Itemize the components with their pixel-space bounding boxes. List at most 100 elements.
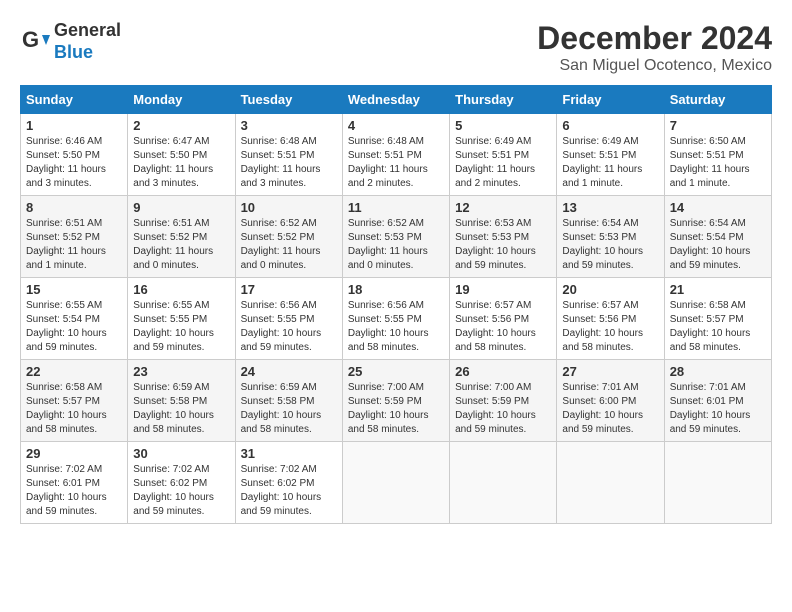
day-number: 15 [26, 282, 122, 297]
day-info: Sunrise: 6:49 AM Sunset: 5:51 PM Dayligh… [562, 135, 658, 191]
day-number: 13 [562, 200, 658, 215]
day-info: Sunrise: 6:48 AM Sunset: 5:51 PM Dayligh… [348, 135, 444, 191]
day-number: 17 [241, 282, 337, 297]
month-title: December 2024 [537, 20, 772, 57]
day-cell: 8Sunrise: 6:51 AM Sunset: 5:52 PM Daylig… [21, 196, 128, 278]
day-cell: 28Sunrise: 7:01 AM Sunset: 6:01 PM Dayli… [664, 360, 771, 442]
day-number: 31 [241, 446, 337, 461]
day-info: Sunrise: 6:50 AM Sunset: 5:51 PM Dayligh… [670, 135, 766, 191]
day-cell: 3 Sunrise: 6:48 AM Sunset: 5:51 PM Daylig… [235, 114, 342, 196]
day-number: 5 [455, 118, 551, 133]
day-cell: 4 Sunrise: 6:48 AM Sunset: 5:51 PM Daylig… [342, 114, 449, 196]
day-cell: 2 Sunrise: 6:47 AM Sunset: 5:50 PM Daylig… [128, 114, 235, 196]
day-cell [342, 442, 449, 524]
day-info: Sunrise: 6:56 AM Sunset: 5:55 PM Dayligh… [241, 299, 337, 355]
day-cell: 13 Sunrise: 6:54 AM Sunset: 5:53 PM Dayli… [557, 196, 664, 278]
day-number: 11 [348, 200, 444, 215]
day-number: 23 [133, 364, 229, 379]
day-info: Sunrise: 6:54 AM Sunset: 5:53 PM Dayligh… [562, 217, 658, 273]
day-info: Sunrise: 6:57 AM Sunset: 5:56 PM Dayligh… [562, 299, 658, 355]
day-info: Sunrise: 6:59 AM Sunset: 5:58 PM Dayligh… [133, 381, 229, 437]
day-info: Sunrise: 6:46 AM Sunset: 5:50 PM Dayligh… [26, 135, 122, 191]
day-cell: 1 Sunrise: 6:46 AM Sunset: 5:50 PM Daylig… [21, 114, 128, 196]
day-info: Sunrise: 6:59 AM Sunset: 5:58 PM Dayligh… [241, 381, 337, 437]
day-cell: 20 Sunrise: 6:57 AM Sunset: 5:56 PM Dayli… [557, 278, 664, 360]
day-cell [557, 442, 664, 524]
col-header-tuesday: Tuesday [235, 86, 342, 114]
day-cell: 19 Sunrise: 6:57 AM Sunset: 5:56 PM Dayli… [450, 278, 557, 360]
calendar-table: SundayMondayTuesdayWednesdayThursdayFrid… [20, 85, 772, 524]
day-number: 29 [26, 446, 122, 461]
day-cell: 29Sunrise: 7:02 AM Sunset: 6:01 PM Dayli… [21, 442, 128, 524]
day-info: Sunrise: 6:55 AM Sunset: 5:54 PM Dayligh… [26, 299, 122, 355]
day-cell: 14 Sunrise: 6:54 AM Sunset: 5:54 PM Dayli… [664, 196, 771, 278]
day-number: 7 [670, 118, 766, 133]
day-info: Sunrise: 6:58 AM Sunset: 5:57 PM Dayligh… [26, 381, 122, 437]
title-section: December 2024 San Miguel Ocotenco, Mexic… [537, 20, 772, 75]
logo-line2: Blue [54, 42, 93, 62]
day-info: Sunrise: 6:48 AM Sunset: 5:51 PM Dayligh… [241, 135, 337, 191]
day-number: 3 [241, 118, 337, 133]
day-number: 19 [455, 282, 551, 297]
day-cell: 31 Sunrise: 7:02 AM Sunset: 6:02 PM Dayli… [235, 442, 342, 524]
day-info: Sunrise: 6:54 AM Sunset: 5:54 PM Dayligh… [670, 217, 766, 273]
day-cell: 21 Sunrise: 6:58 AM Sunset: 5:57 PM Dayli… [664, 278, 771, 360]
day-number: 4 [348, 118, 444, 133]
day-cell [450, 442, 557, 524]
day-number: 30 [133, 446, 229, 461]
day-cell: 12 Sunrise: 6:53 AM Sunset: 5:53 PM Dayli… [450, 196, 557, 278]
day-info: Sunrise: 6:55 AM Sunset: 5:55 PM Dayligh… [133, 299, 229, 355]
day-number: 27 [562, 364, 658, 379]
location-subtitle: San Miguel Ocotenco, Mexico [537, 57, 772, 75]
header-row: SundayMondayTuesdayWednesdayThursdayFrid… [21, 86, 772, 114]
day-info: Sunrise: 7:00 AM Sunset: 5:59 PM Dayligh… [455, 381, 551, 437]
week-row-4: 22Sunrise: 6:58 AM Sunset: 5:57 PM Dayli… [21, 360, 772, 442]
day-info: Sunrise: 6:47 AM Sunset: 5:50 PM Dayligh… [133, 135, 229, 191]
day-number: 24 [241, 364, 337, 379]
day-number: 1 [26, 118, 122, 133]
day-info: Sunrise: 7:02 AM Sunset: 6:02 PM Dayligh… [133, 463, 229, 519]
day-number: 10 [241, 200, 337, 215]
day-info: Sunrise: 6:49 AM Sunset: 5:51 PM Dayligh… [455, 135, 551, 191]
day-info: Sunrise: 7:01 AM Sunset: 6:00 PM Dayligh… [562, 381, 658, 437]
page-header: G General Blue December 2024 San Miguel … [20, 20, 772, 75]
day-number: 12 [455, 200, 551, 215]
day-cell: 7 Sunrise: 6:50 AM Sunset: 5:51 PM Daylig… [664, 114, 771, 196]
day-cell: 10Sunrise: 6:52 AM Sunset: 5:52 PM Dayli… [235, 196, 342, 278]
day-number: 25 [348, 364, 444, 379]
day-info: Sunrise: 6:51 AM Sunset: 5:52 PM Dayligh… [133, 217, 229, 273]
col-header-wednesday: Wednesday [342, 86, 449, 114]
day-number: 21 [670, 282, 766, 297]
day-info: Sunrise: 6:57 AM Sunset: 5:56 PM Dayligh… [455, 299, 551, 355]
day-info: Sunrise: 7:00 AM Sunset: 5:59 PM Dayligh… [348, 381, 444, 437]
svg-text:G: G [22, 27, 39, 52]
day-cell: 23 Sunrise: 6:59 AM Sunset: 5:58 PM Dayli… [128, 360, 235, 442]
logo: G General Blue [20, 20, 121, 63]
day-number: 18 [348, 282, 444, 297]
day-cell: 24 Sunrise: 6:59 AM Sunset: 5:58 PM Dayli… [235, 360, 342, 442]
day-info: Sunrise: 6:52 AM Sunset: 5:53 PM Dayligh… [348, 217, 444, 273]
day-info: Sunrise: 7:01 AM Sunset: 6:01 PM Dayligh… [670, 381, 766, 437]
day-cell: 17 Sunrise: 6:56 AM Sunset: 5:55 PM Dayli… [235, 278, 342, 360]
week-row-5: 29Sunrise: 7:02 AM Sunset: 6:01 PM Dayli… [21, 442, 772, 524]
day-number: 14 [670, 200, 766, 215]
day-number: 9 [133, 200, 229, 215]
day-cell: 16Sunrise: 6:55 AM Sunset: 5:55 PM Dayli… [128, 278, 235, 360]
day-cell: 15 Sunrise: 6:55 AM Sunset: 5:54 PM Dayli… [21, 278, 128, 360]
col-header-saturday: Saturday [664, 86, 771, 114]
day-number: 26 [455, 364, 551, 379]
week-row-2: 8Sunrise: 6:51 AM Sunset: 5:52 PM Daylig… [21, 196, 772, 278]
day-number: 20 [562, 282, 658, 297]
day-info: Sunrise: 7:02 AM Sunset: 6:02 PM Dayligh… [241, 463, 337, 519]
col-header-sunday: Sunday [21, 86, 128, 114]
logo-icon: G [20, 27, 50, 57]
day-info: Sunrise: 6:53 AM Sunset: 5:53 PM Dayligh… [455, 217, 551, 273]
week-row-1: 1 Sunrise: 6:46 AM Sunset: 5:50 PM Daylig… [21, 114, 772, 196]
day-info: Sunrise: 6:58 AM Sunset: 5:57 PM Dayligh… [670, 299, 766, 355]
col-header-thursday: Thursday [450, 86, 557, 114]
day-cell [664, 442, 771, 524]
day-cell: 11 Sunrise: 6:52 AM Sunset: 5:53 PM Dayli… [342, 196, 449, 278]
day-info: Sunrise: 6:56 AM Sunset: 5:55 PM Dayligh… [348, 299, 444, 355]
day-number: 2 [133, 118, 229, 133]
day-cell: 18 Sunrise: 6:56 AM Sunset: 5:55 PM Dayli… [342, 278, 449, 360]
